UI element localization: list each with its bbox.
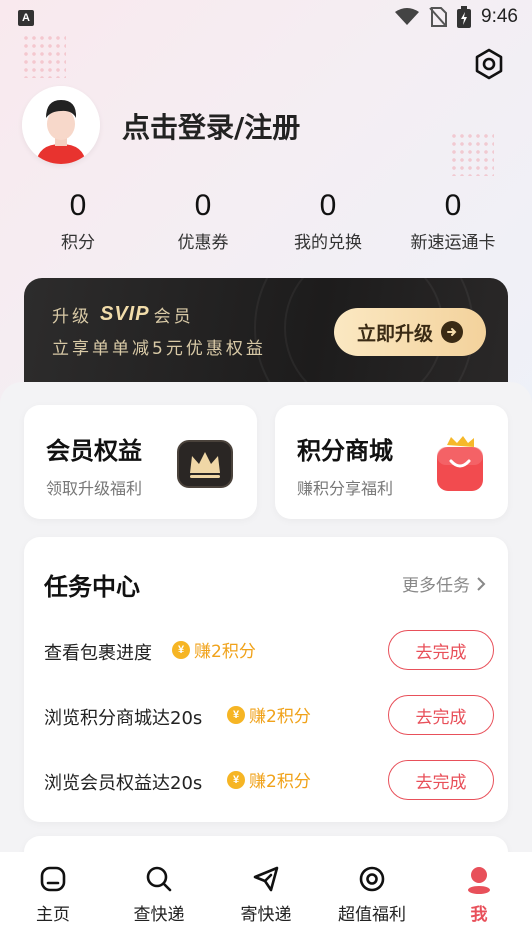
task-row: 浏览会员权益达20s ¥ 赚2积分 去完成: [44, 758, 494, 802]
tab-label: 我: [470, 905, 488, 925]
more-tasks-label: 更多任务: [402, 576, 470, 596]
svip-upgrade-banner[interactable]: 升级 SVIP 会员 立享单单减5元优惠权益 立即升级: [24, 278, 508, 398]
task-reward-label: 赚2积分: [249, 772, 311, 792]
card-subtitle: 领取升级福利: [46, 479, 143, 498]
stat-value: 0: [444, 189, 462, 222]
chevron-right-icon: [477, 576, 486, 591]
benefits-icon: [359, 866, 385, 892]
stat-my-exchanges[interactable]: 0 我的兑换: [273, 188, 383, 253]
decorative-dots: [450, 132, 494, 176]
task-reward: ¥ 赚2积分: [227, 767, 311, 792]
task-name: 浏览会员权益达20s: [44, 773, 203, 794]
tab-label: 主页: [36, 905, 70, 925]
task-reward: ¥ 赚2积分: [227, 702, 311, 727]
tab-send-package[interactable]: 寄快递: [226, 864, 306, 925]
battery-charging-icon: [457, 6, 472, 28]
complete-task-button[interactable]: 去完成: [388, 630, 494, 670]
complete-task-button[interactable]: 去完成: [388, 760, 494, 800]
vip-prefix: 升级: [52, 307, 92, 327]
coin-icon: ¥: [227, 770, 245, 789]
avatar[interactable]: [22, 86, 100, 164]
home-icon: [40, 866, 66, 892]
decorative-dots: [22, 34, 66, 78]
task-name: 查看包裹进度: [44, 643, 152, 664]
complete-task-button[interactable]: 去完成: [388, 695, 494, 735]
upgrade-now-button[interactable]: 立即升级: [334, 308, 486, 356]
no-sim-icon: [429, 7, 448, 27]
stat-value: 0: [69, 189, 87, 222]
shopping-bag-icon: [437, 436, 483, 491]
tab-home[interactable]: 主页: [13, 864, 93, 925]
coin-icon: ¥: [227, 705, 245, 724]
tab-label: 超值福利: [338, 905, 406, 925]
vip-heading: 升级 SVIP 会员: [52, 302, 194, 327]
card-title: 积分商城: [297, 437, 393, 465]
upgrade-now-label: 立即升级: [356, 322, 433, 345]
tab-benefits[interactable]: 超值福利: [332, 864, 412, 925]
status-time: 9:46: [481, 6, 518, 27]
task-reward-label: 赚2积分: [194, 642, 256, 662]
coin-icon: ¥: [172, 640, 190, 659]
crown-icon: [177, 440, 233, 488]
card-title: 会员权益: [46, 437, 142, 465]
card-subtitle: 赚积分享福利: [297, 479, 394, 498]
app-notification-icon: A: [18, 10, 34, 26]
stat-value: 0: [194, 189, 212, 222]
status-indicators: 9:46: [395, 6, 518, 28]
bottom-tab-bar: 主页 查快递 寄快递 超值福利 我: [0, 852, 532, 946]
svip-logo: SVIP: [100, 303, 150, 325]
wifi-icon: [395, 8, 420, 25]
stat-points[interactable]: 0 积分: [23, 188, 133, 253]
stat-label: 积分: [61, 233, 95, 253]
points-mall-card[interactable]: 积分商城 赚积分享福利: [275, 405, 508, 519]
vip-subtitle: 立享单单减5元优惠权益: [52, 339, 266, 359]
status-bar: A 9:46: [0, 0, 532, 36]
task-row: 查看包裹进度 ¥ 赚2积分 去完成: [44, 628, 494, 672]
stat-label: 我的兑换: [294, 233, 362, 253]
stat-express-card[interactable]: 0 新速运通卡: [398, 188, 508, 253]
send-icon: [253, 866, 279, 892]
task-name: 浏览积分商城达20s: [44, 708, 203, 729]
avatar-person-icon: [22, 86, 100, 164]
tab-me[interactable]: 我: [439, 864, 519, 925]
stat-coupons[interactable]: 0 优惠券: [148, 188, 258, 253]
task-reward: ¥ 赚2积分: [172, 637, 256, 662]
stat-label: 优惠券: [177, 233, 229, 253]
vip-suffix: 会员: [153, 307, 194, 327]
settings-icon[interactable]: [472, 47, 506, 81]
stat-label: 新速运通卡: [410, 233, 496, 253]
task-center-card: 任务中心 更多任务 查看包裹进度 ¥ 赚2积分 去完成 浏览积分商城达20s ¥…: [24, 537, 508, 822]
task-center-title: 任务中心: [44, 573, 140, 601]
arrow-right-icon: [441, 321, 463, 343]
stat-value: 0: [319, 189, 337, 222]
profile-icon: [468, 867, 490, 894]
member-benefits-card[interactable]: 会员权益 领取升级福利: [24, 405, 257, 519]
more-tasks-link[interactable]: 更多任务: [402, 571, 486, 596]
tab-label: 查快递: [133, 905, 185, 925]
task-row: 浏览积分商城达20s ¥ 赚2积分 去完成: [44, 693, 494, 737]
search-icon: [146, 866, 172, 892]
tab-track-package[interactable]: 查快递: [119, 864, 199, 925]
login-register-link[interactable]: 点击登录/注册: [122, 106, 300, 146]
tab-label: 寄快递: [240, 905, 292, 925]
task-reward-label: 赚2积分: [249, 707, 311, 727]
